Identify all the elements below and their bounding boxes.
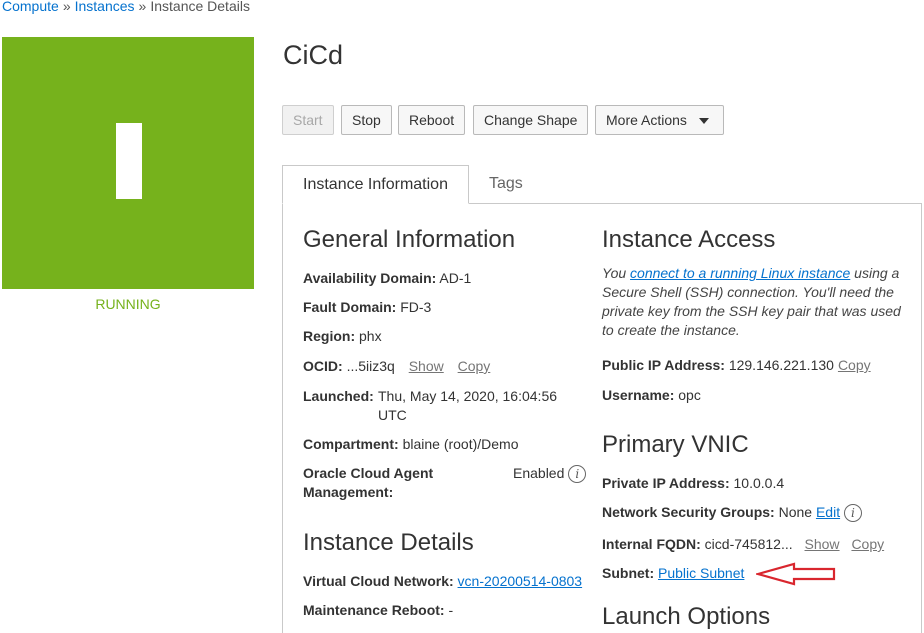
region-value: phx: [359, 328, 382, 344]
agent-label-line1: Oracle Cloud Agent: [303, 464, 433, 483]
breadcrumb-instances-link[interactable]: Instances: [75, 0, 135, 14]
fqdn-show-link[interactable]: Show: [805, 536, 840, 552]
info-icon[interactable]: i: [843, 504, 862, 523]
primary-vnic-heading: Primary VNIC: [602, 431, 749, 458]
change-shape-button[interactable]: Change Shape: [473, 105, 589, 135]
compartment-label: Compartment:: [303, 436, 399, 452]
vcn-link[interactable]: vcn-20200514-0803: [458, 573, 583, 589]
tab-tags[interactable]: Tags: [469, 165, 543, 204]
public-ip-copy-link[interactable]: Copy: [838, 357, 871, 373]
public-ip-label: Public IP Address:: [602, 357, 725, 373]
breadcrumb-current: Instance Details: [150, 0, 250, 14]
vcn-row: Virtual Cloud Network: vcn-20200514-0803: [303, 572, 582, 591]
fault-domain-row: Fault Domain: FD-3: [303, 298, 431, 317]
fault-domain-value: FD-3: [400, 299, 432, 315]
region-label: Region:: [303, 328, 356, 344]
launched-value-line2: UTC: [378, 407, 407, 423]
page-title: CiCd: [283, 40, 344, 70]
instance-details-heading: Instance Details: [303, 529, 474, 556]
reboot-button[interactable]: Reboot: [398, 105, 466, 135]
fqdn-copy-link[interactable]: Copy: [851, 536, 884, 552]
agent-status-value: Enabled: [513, 465, 565, 481]
launched-label: Launched:: [303, 388, 374, 404]
private-ip-row: Private IP Address: 10.0.0.4: [602, 474, 784, 493]
agent-status: Enabled i: [513, 464, 587, 484]
launch-options-heading: Launch Options: [602, 603, 771, 630]
username-label: Username:: [602, 387, 675, 403]
instance-access-heading: Instance Access: [602, 226, 776, 253]
maintenance-reboot-label: Maintenance Reboot:: [303, 602, 445, 618]
breadcrumb: Compute» Instances» Instance Details: [2, 0, 250, 14]
subnet-link[interactable]: Public Subnet: [658, 565, 744, 581]
agent-label-cont: Management:: [303, 484, 394, 500]
availability-domain-row: Availability Domain: AD-1: [303, 269, 471, 288]
ocid-value: ...5iiz3q: [346, 358, 395, 374]
more-actions-label: More Actions: [606, 112, 687, 128]
ocid-label: OCID:: [303, 358, 343, 374]
region-row: Region: phx: [303, 327, 382, 346]
launched-row: Launched:: [303, 387, 374, 406]
maintenance-reboot-value: -: [448, 602, 454, 618]
nsg-value: None: [778, 504, 813, 520]
stop-button[interactable]: Stop: [341, 105, 392, 135]
connect-linux-instance-link[interactable]: connect to a running Linux instance: [630, 265, 850, 281]
public-ip-row: Public IP Address: 129.146.221.130 Copy: [602, 356, 871, 375]
compartment-row: Compartment: blaine (root)/Demo: [303, 435, 519, 454]
username-row: Username: opc: [602, 386, 701, 405]
agent-label: Oracle Cloud Agent: [303, 465, 434, 481]
start-button[interactable]: Start: [282, 105, 334, 135]
vcn-label: Virtual Cloud Network:: [303, 573, 454, 589]
tab-instance-information[interactable]: Instance Information: [282, 165, 469, 204]
availability-domain-label: Availability Domain:: [303, 270, 437, 286]
instance-state-label: RUNNING: [95, 296, 161, 312]
general-information-heading: General Information: [303, 226, 516, 253]
username-value: opc: [678, 387, 701, 403]
ocid-show-link[interactable]: Show: [409, 358, 444, 374]
info-icon[interactable]: i: [568, 465, 587, 484]
public-ip-value: 129.146.221.130: [728, 357, 834, 373]
annotation-arrow-icon: [756, 562, 836, 586]
breadcrumb-separator: »: [62, 0, 71, 14]
access-intro-prefix: You: [602, 265, 631, 281]
maintenance-reboot-row: Maintenance Reboot: -: [303, 601, 453, 620]
nsg-label: Network Security Groups:: [602, 504, 775, 520]
fqdn-value: cicd-745812...: [704, 536, 793, 552]
launched-value-line1: Thu, May 14, 2020, 16:04:56: [378, 388, 558, 404]
instance-status-tile: [2, 37, 254, 289]
annotation-arrow-shape: [756, 562, 836, 586]
caret-down-icon: [698, 118, 709, 125]
availability-domain-value: AD-1: [439, 270, 472, 286]
breadcrumb-compute-link[interactable]: Compute: [2, 0, 59, 14]
fqdn-label: Internal FQDN:: [602, 536, 701, 552]
fault-domain-label: Fault Domain:: [303, 299, 397, 315]
ocid-copy-link[interactable]: Copy: [458, 358, 491, 374]
subnet-label: Subnet:: [602, 565, 655, 581]
private-ip-value: 10.0.0.4: [733, 475, 785, 491]
instance-access-description: You connect to a running Linux instance …: [602, 264, 907, 340]
subnet-row: Subnet: Public Subnet: [602, 564, 744, 583]
instance-icon: [116, 123, 142, 199]
agent-label-line2: Management:: [303, 483, 393, 502]
nsg-edit-link[interactable]: Edit: [816, 504, 840, 520]
more-actions-button[interactable]: More Actions: [595, 105, 724, 135]
private-ip-label: Private IP Address:: [602, 475, 730, 491]
fqdn-row: Internal FQDN: cicd-745812... Show Copy: [602, 535, 884, 554]
compartment-value: blaine (root)/Demo: [402, 436, 519, 452]
breadcrumb-separator: »: [138, 0, 147, 14]
nsg-row: Network Security Groups: None Edit i: [602, 503, 862, 523]
ocid-row: OCID: ...5iiz3q Show Copy: [303, 357, 490, 376]
